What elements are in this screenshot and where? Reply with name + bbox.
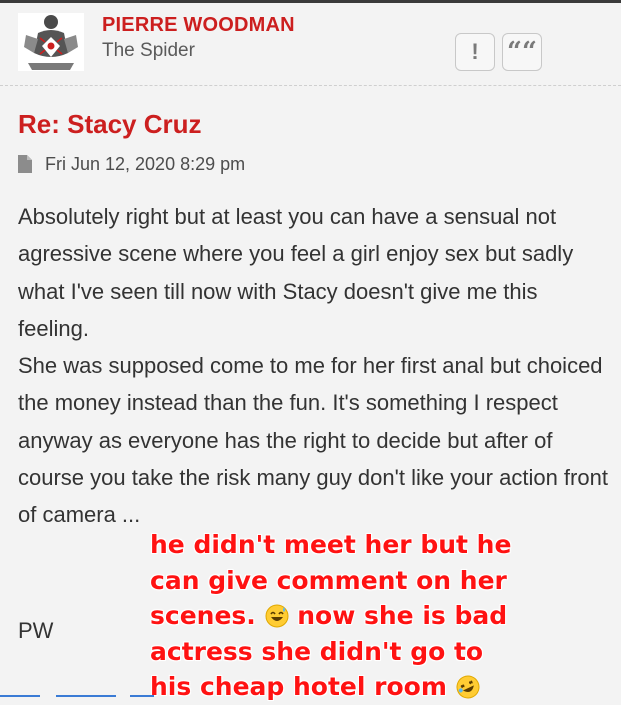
post-date: Fri Jun 12, 2020 8:29 pm [45,153,246,174]
post-meta: Fri Jun 12, 2020 8:29 pm [18,152,245,176]
report-button[interactable]: ! [455,33,495,71]
overlay-line: can give comment on her [150,565,507,595]
quote-button[interactable]: ““ [502,33,542,71]
overlay-text: scenes. [150,601,256,630]
post-content: Absolutely right but at least you can ha… [18,198,613,534]
author-name[interactable]: PIERRE WOODMAN [102,14,295,37]
avatar[interactable] [18,13,84,71]
grinning-sweat-emoji-icon [265,604,289,628]
post-paragraph: Absolutely right but at least you can ha… [18,204,574,341]
post-title[interactable]: Re: Stacy Cruz [18,109,202,140]
post-paragraph: She was supposed come to me for her firs… [18,353,608,528]
header-divider [0,85,621,87]
overlay-line-with-emoji: scenes. now she is bad [150,598,510,634]
author-rank: The Spider [102,40,195,61]
exclamation-icon: ! [471,39,479,64]
bottom-link-strip [0,694,621,700]
post-signature: PW [18,618,54,643]
post-author-header: PIERRE WOODMAN The Spider ! ““ [0,3,621,85]
overlay-text: now she is bad [297,601,508,630]
annotation-overlay: he didn't meet her but he can give comme… [150,527,512,705]
file-icon [18,155,32,173]
quote-icon: ““ [507,37,537,67]
overlay-line: actress she didn't go to [150,636,484,666]
avatar-spider-logo-icon [18,13,84,71]
overlay-line: he didn't meet her but he [150,530,512,559]
